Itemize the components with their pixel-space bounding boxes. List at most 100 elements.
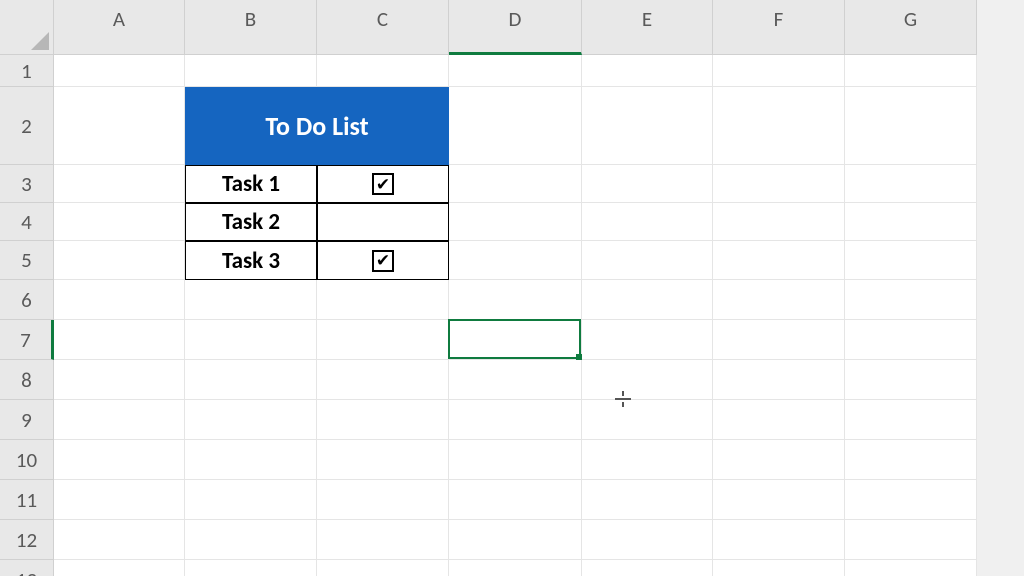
cell-D10[interactable] bbox=[449, 440, 582, 480]
row-header-13[interactable]: 13 bbox=[0, 560, 54, 576]
cell-F7[interactable] bbox=[713, 320, 845, 360]
cell-D6[interactable] bbox=[449, 280, 582, 320]
cell-B8[interactable] bbox=[185, 360, 317, 400]
cell-E12[interactable] bbox=[582, 520, 713, 560]
cell-G5[interactable] bbox=[845, 241, 977, 280]
col-header-D[interactable]: D bbox=[449, 0, 582, 55]
cell-B12[interactable] bbox=[185, 520, 317, 560]
cell-G9[interactable] bbox=[845, 400, 977, 440]
cell-B7[interactable] bbox=[185, 320, 317, 360]
cell-D9[interactable] bbox=[449, 400, 582, 440]
cell-A3[interactable] bbox=[54, 165, 185, 203]
col-header-A[interactable]: A bbox=[54, 0, 185, 55]
cell-E9[interactable] bbox=[582, 400, 713, 440]
row-header-1[interactable]: 1 bbox=[0, 55, 54, 87]
checkbox-icon[interactable]: ✔ bbox=[372, 250, 394, 272]
cell-C9[interactable] bbox=[317, 400, 449, 440]
cell-F5[interactable] bbox=[713, 241, 845, 280]
cell-F8[interactable] bbox=[713, 360, 845, 400]
cell-A5[interactable] bbox=[54, 241, 185, 280]
cell-G4[interactable] bbox=[845, 203, 977, 241]
cell-A8[interactable] bbox=[54, 360, 185, 400]
cell-A6[interactable] bbox=[54, 280, 185, 320]
col-header-B[interactable]: B bbox=[185, 0, 317, 55]
cell-C12[interactable] bbox=[317, 520, 449, 560]
cell-D7[interactable] bbox=[449, 320, 582, 360]
cell-F6[interactable] bbox=[713, 280, 845, 320]
cell-B13[interactable] bbox=[185, 560, 317, 576]
row-header-10[interactable]: 10 bbox=[0, 440, 54, 480]
row-header-12[interactable]: 12 bbox=[0, 520, 54, 560]
cell-A13[interactable] bbox=[54, 560, 185, 576]
cell-E11[interactable] bbox=[582, 480, 713, 520]
cell-F12[interactable] bbox=[713, 520, 845, 560]
cell-D3[interactable] bbox=[449, 165, 582, 203]
cell-F4[interactable] bbox=[713, 203, 845, 241]
cell-C10[interactable] bbox=[317, 440, 449, 480]
cell-D2[interactable] bbox=[449, 87, 582, 165]
row-header-8[interactable]: 8 bbox=[0, 360, 54, 400]
col-header-F[interactable]: F bbox=[713, 0, 845, 55]
col-header-G[interactable]: G bbox=[845, 0, 977, 55]
task-label[interactable]: Task 2 bbox=[185, 203, 317, 241]
cell-A10[interactable] bbox=[54, 440, 185, 480]
task-check-cell[interactable]: ✔ bbox=[317, 165, 449, 203]
row-header-7[interactable]: 7 bbox=[0, 320, 54, 360]
cell-A2[interactable] bbox=[54, 87, 185, 165]
cell-E2[interactable] bbox=[582, 87, 713, 165]
cell-F11[interactable] bbox=[713, 480, 845, 520]
cell-B6[interactable] bbox=[185, 280, 317, 320]
row-header-2[interactable]: 2 bbox=[0, 87, 54, 165]
cell-D4[interactable] bbox=[449, 203, 582, 241]
cell-D1[interactable] bbox=[449, 55, 582, 87]
cell-E3[interactable] bbox=[582, 165, 713, 203]
cell-D8[interactable] bbox=[449, 360, 582, 400]
cell-C1[interactable] bbox=[317, 55, 449, 87]
cell-E8[interactable] bbox=[582, 360, 713, 400]
row-header-4[interactable]: 4 bbox=[0, 203, 54, 241]
cell-F2[interactable] bbox=[713, 87, 845, 165]
cell-D12[interactable] bbox=[449, 520, 582, 560]
cell-E4[interactable] bbox=[582, 203, 713, 241]
cell-F1[interactable] bbox=[713, 55, 845, 87]
task-check-cell[interactable] bbox=[317, 203, 449, 241]
col-header-E[interactable]: E bbox=[582, 0, 713, 55]
cell-A11[interactable] bbox=[54, 480, 185, 520]
row-header-11[interactable]: 11 bbox=[0, 480, 54, 520]
cell-A4[interactable] bbox=[54, 203, 185, 241]
cell-D11[interactable] bbox=[449, 480, 582, 520]
cell-G7[interactable] bbox=[845, 320, 977, 360]
task-check-cell[interactable]: ✔ bbox=[317, 241, 449, 280]
row-header-3[interactable]: 3 bbox=[0, 165, 54, 203]
cell-C13[interactable] bbox=[317, 560, 449, 576]
cell-G6[interactable] bbox=[845, 280, 977, 320]
cell-A1[interactable] bbox=[54, 55, 185, 87]
select-all-corner[interactable] bbox=[0, 0, 54, 55]
cell-G3[interactable] bbox=[845, 165, 977, 203]
cell-E1[interactable] bbox=[582, 55, 713, 87]
cell-B11[interactable] bbox=[185, 480, 317, 520]
cell-C7[interactable] bbox=[317, 320, 449, 360]
cell-G1[interactable] bbox=[845, 55, 977, 87]
cell-F9[interactable] bbox=[713, 400, 845, 440]
checkbox-icon[interactable]: ✔ bbox=[372, 173, 394, 195]
cell-F13[interactable] bbox=[713, 560, 845, 576]
cell-E5[interactable] bbox=[582, 241, 713, 280]
cell-B10[interactable] bbox=[185, 440, 317, 480]
cell-D13[interactable] bbox=[449, 560, 582, 576]
cell-A12[interactable] bbox=[54, 520, 185, 560]
cell-G13[interactable] bbox=[845, 560, 977, 576]
cell-E10[interactable] bbox=[582, 440, 713, 480]
task-label[interactable]: Task 3 bbox=[185, 241, 317, 280]
cell-C8[interactable] bbox=[317, 360, 449, 400]
cell-B9[interactable] bbox=[185, 400, 317, 440]
cell-E6[interactable] bbox=[582, 280, 713, 320]
cell-C6[interactable] bbox=[317, 280, 449, 320]
cell-B1[interactable] bbox=[185, 55, 317, 87]
todo-title[interactable]: To Do List bbox=[185, 87, 449, 165]
cell-G2[interactable] bbox=[845, 87, 977, 165]
cell-E13[interactable] bbox=[582, 560, 713, 576]
row-header-9[interactable]: 9 bbox=[0, 400, 54, 440]
col-header-C[interactable]: C bbox=[317, 0, 449, 55]
cell-F10[interactable] bbox=[713, 440, 845, 480]
